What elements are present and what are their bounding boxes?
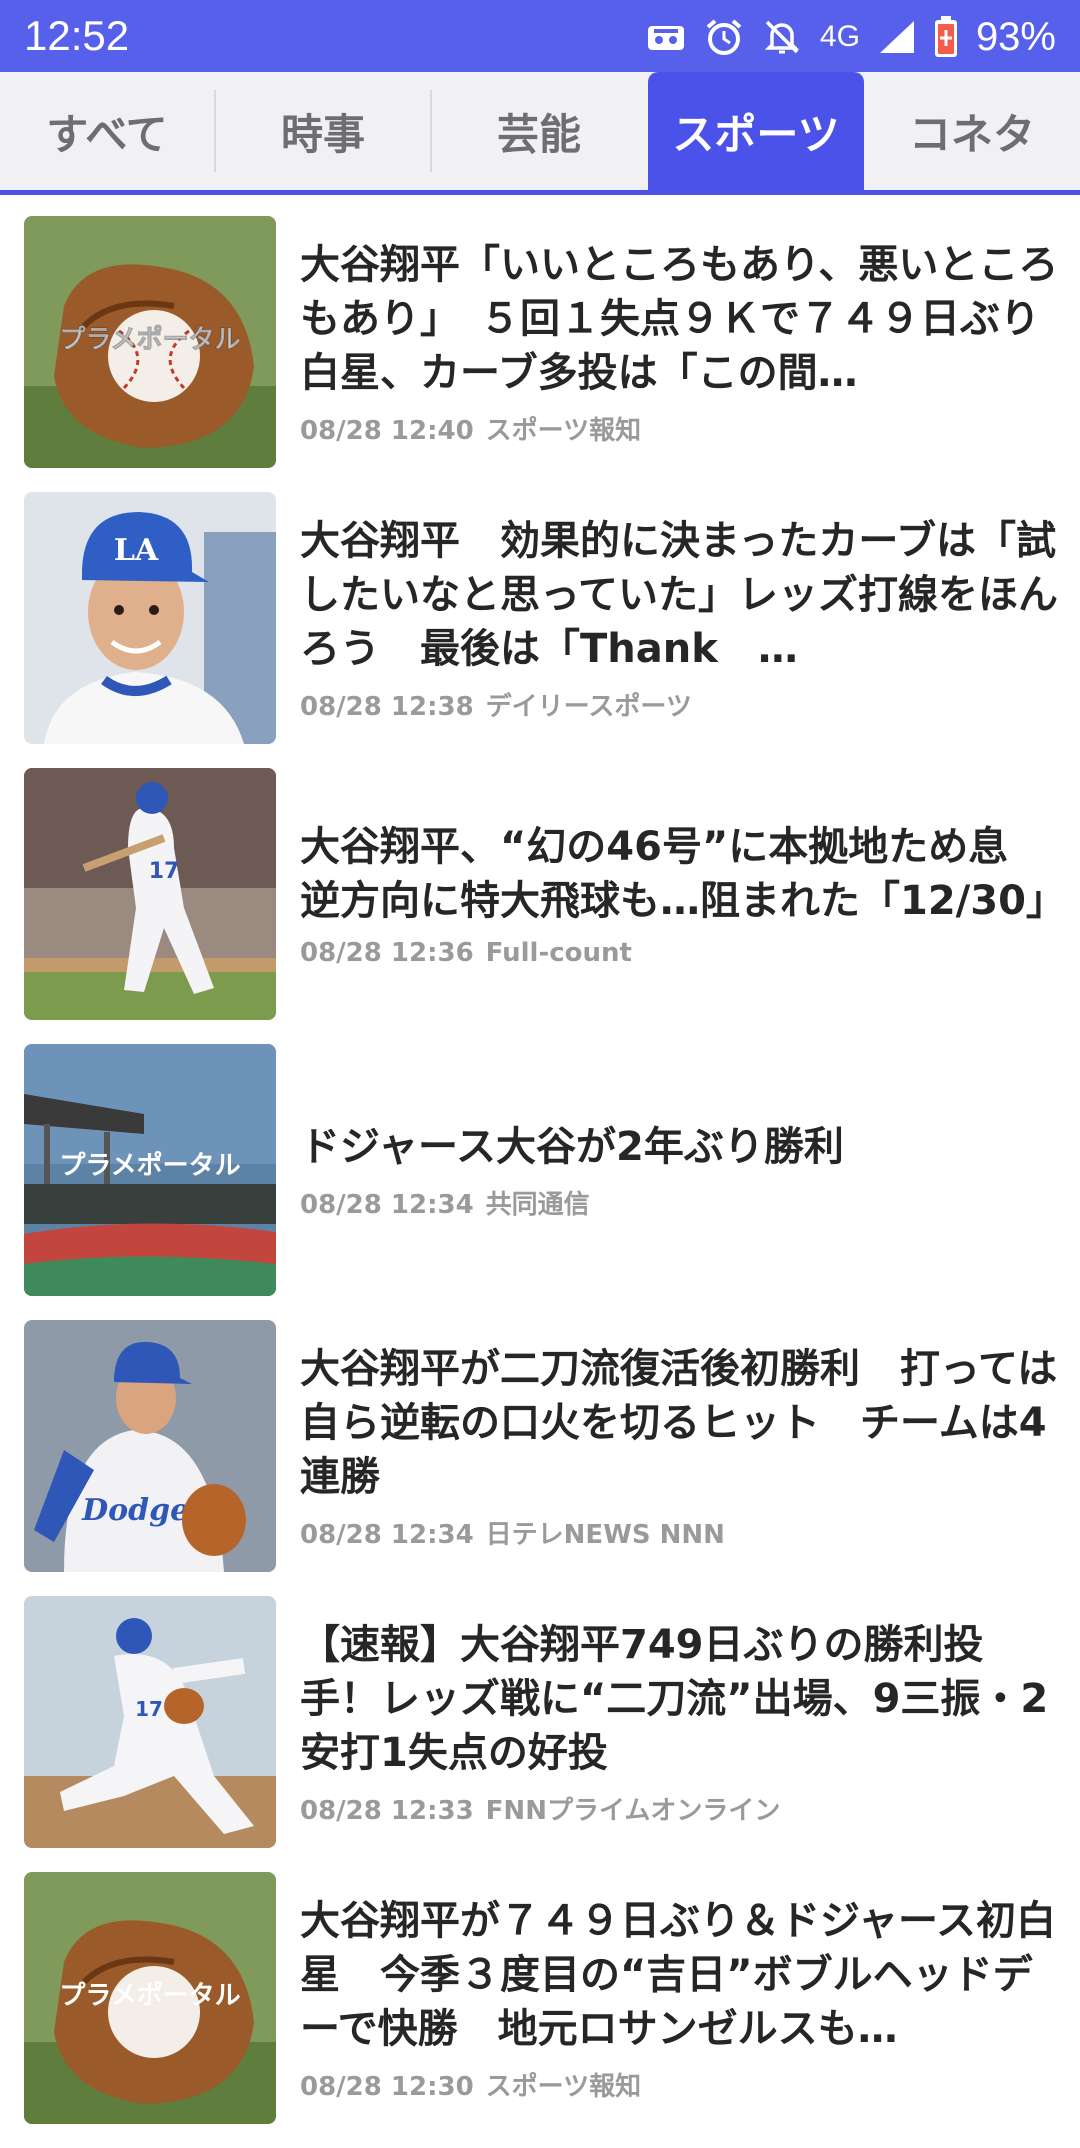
article-source: FNNプライムオンライン <box>485 1795 781 1826</box>
article-item[interactable]: プラメポータル 大谷翔平が７４９日ぶり＆ドジャース初白星 今季３度目の“吉日”ボ… <box>0 1872 1080 2148</box>
article-text: ドジャース大谷が2年ぶり勝利 08/28 12:34 共同通信 <box>300 1044 1060 1296</box>
article-date: 08/28 12:38 <box>300 691 474 722</box>
article-item[interactable]: プラメポータル 大谷翔平「いいところもあり、悪いところもあり」 ５回１失点９Ｋで… <box>0 216 1080 492</box>
glove-ball-image: プラメポータル <box>24 1872 276 2124</box>
thumbnail-watermark: プラメポータル <box>59 1150 240 1181</box>
article-thumbnail: プラメポータル <box>24 1044 276 1296</box>
thumbnail-watermark: プラメポータル <box>59 324 240 355</box>
article-source: 日テレNEWS NNN <box>485 1519 725 1550</box>
article-thumbnail: 17 <box>24 1596 276 1848</box>
article-title: ドジャース大谷が2年ぶり勝利 <box>300 1123 844 1170</box>
article-thumbnail: 17 <box>24 768 276 1020</box>
article-source: デイリースポーツ <box>485 691 692 722</box>
article-item[interactable]: Dodgers 大谷翔平が二刀流復活後初勝利 打っては自ら逆転の口火を切るヒット… <box>0 1320 1080 1596</box>
battery-icon <box>934 16 958 58</box>
article-item[interactable]: 17 【速報】大谷翔平749日ぶりの勝利投手！レッズ戦に“二刀流”出場、9三振・… <box>0 1596 1080 1872</box>
tab-sports-label: スポーツ <box>672 109 840 159</box>
signal-icon <box>878 19 916 55</box>
tab-current-affairs[interactable]: 時事 <box>216 72 430 190</box>
alarm-icon <box>704 17 744 57</box>
article-title: 大谷翔平が二刀流復活後初勝利 打っては自ら逆転の口火を切るヒット チームは4連勝 <box>300 1345 1058 1500</box>
batter-image: 17 <box>24 768 276 1020</box>
tab-all-label: すべて <box>46 109 168 159</box>
article-item[interactable]: プラメポータル ドジャース大谷が2年ぶり勝利 08/28 12:34 共同通信 <box>0 1044 1080 1320</box>
article-title: 大谷翔平、“幻の46号”に本拠地ため息 逆方向に特大飛球も…阻まれた「12/30… <box>300 824 1060 924</box>
article-date: 08/28 12:40 <box>300 415 474 446</box>
article-thumbnail: Dodgers <box>24 1320 276 1572</box>
tab-all[interactable]: すべて <box>0 72 214 190</box>
article-item[interactable]: LA 大谷翔平 効果的に決まったカーブは「試したいなと思っていた」レッズ打線をほ… <box>0 492 1080 768</box>
article-title: 大谷翔平「いいところもあり、悪いところもあり」 ５回１失点９Ｋで７４９日ぶり白星… <box>300 241 1059 396</box>
article-title: 【速報】大谷翔平749日ぶりの勝利投手！レッズ戦に“二刀流”出場、9三振・2安打… <box>300 1621 1049 1776</box>
battery-percentage: 93% <box>975 14 1056 59</box>
status-time: 12:52 <box>24 12 130 59</box>
article-meta: 08/28 12:30 スポーツ報知 <box>300 2066 1060 2103</box>
tab-indicator-line <box>0 190 1080 195</box>
tab-koneta[interactable]: コネタ <box>864 72 1080 190</box>
player-portrait-image: LA <box>24 492 276 744</box>
article-source: 共同通信 <box>485 1189 590 1220</box>
svg-text:17: 17 <box>135 1697 163 1721</box>
article-item[interactable]: 17 大谷翔平、“幻の46号”に本拠地ため息 逆方向に特大飛球も…阻まれた「12… <box>0 768 1080 1044</box>
tab-current-affairs-label: 時事 <box>280 109 365 159</box>
article-source: スポーツ報知 <box>485 415 642 446</box>
network-type: 4G <box>819 20 860 53</box>
article-meta: 08/28 12:36 Full-count <box>300 938 1060 968</box>
article-meta: 08/28 12:38 デイリースポーツ <box>300 686 1060 723</box>
article-thumbnail: LA <box>24 492 276 744</box>
tab-sports[interactable]: スポーツ <box>648 72 864 190</box>
notifications-off-icon <box>762 17 802 57</box>
article-meta: 08/28 12:34 共同通信 <box>300 1184 1060 1221</box>
tab-entertainment-label: 芸能 <box>496 109 581 159</box>
article-source: Full-count <box>485 938 632 968</box>
svg-text:LA: LA <box>114 533 159 568</box>
svg-text:17: 17 <box>149 859 180 884</box>
article-thumbnail: プラメポータル <box>24 1872 276 2124</box>
article-date: 08/28 12:30 <box>300 2072 474 2102</box>
status-bar: 12:52 4G 93% <box>0 0 1080 72</box>
article-title: 大谷翔平 効果的に決まったカーブは「試したいなと思っていた」レッズ打線をほんろう… <box>300 517 1058 672</box>
article-text: 大谷翔平、“幻の46号”に本拠地ため息 逆方向に特大飛球も…阻まれた「12/30… <box>300 768 1060 1020</box>
article-meta: 08/28 12:34 日テレNEWS NNN <box>300 1514 1060 1551</box>
article-text: 大谷翔平が７４９日ぶり＆ドジャース初白星 今季３度目の“吉日”ボブルヘッドデーで… <box>300 1872 1060 2124</box>
tab-entertainment[interactable]: 芸能 <box>432 72 646 190</box>
article-source: スポーツ報知 <box>485 2072 642 2102</box>
tab-koneta-label: コネタ <box>908 109 1035 159</box>
article-thumbnail: プラメポータル <box>24 216 276 468</box>
pitching-image: 17 <box>24 1596 276 1848</box>
glove-ball-image: プラメポータル <box>24 216 276 468</box>
article-text: 大谷翔平 効果的に決まったカーブは「試したいなと思っていた」レッズ打線をほんろう… <box>300 492 1060 744</box>
article-title: 大谷翔平が７４９日ぶり＆ドジャース初白星 今季３度目の“吉日”ボブルヘッドデーで… <box>300 1898 1056 2052</box>
article-text: 【速報】大谷翔平749日ぶりの勝利投手！レッズ戦に“二刀流”出場、9三振・2安打… <box>300 1596 1060 1848</box>
article-meta: 08/28 12:40 スポーツ報知 <box>300 410 1060 447</box>
article-meta: 08/28 12:33 FNNプライムオンライン <box>300 1790 1060 1827</box>
category-tabs: すべて 時事 芸能 スポーツ コネタ <box>0 72 1080 190</box>
article-text: 大谷翔平が二刀流復活後初勝利 打っては自ら逆転の口火を切るヒット チームは4連勝… <box>300 1320 1060 1572</box>
thumbnail-watermark: プラメポータル <box>59 1980 240 2011</box>
article-text: 大谷翔平「いいところもあり、悪いところもあり」 ５回１失点９Ｋで７４９日ぶり白星… <box>300 216 1060 468</box>
article-date: 08/28 12:34 <box>300 1519 474 1550</box>
article-date: 08/28 12:33 <box>300 1795 474 1826</box>
pitcher-image: Dodgers <box>24 1320 276 1572</box>
stadium-image: プラメポータル <box>24 1044 276 1296</box>
article-date: 08/28 12:34 <box>300 1189 474 1220</box>
status-icons: 4G 93% <box>646 10 1056 64</box>
screen-record-icon <box>646 20 686 54</box>
article-date: 08/28 12:36 <box>300 938 474 968</box>
